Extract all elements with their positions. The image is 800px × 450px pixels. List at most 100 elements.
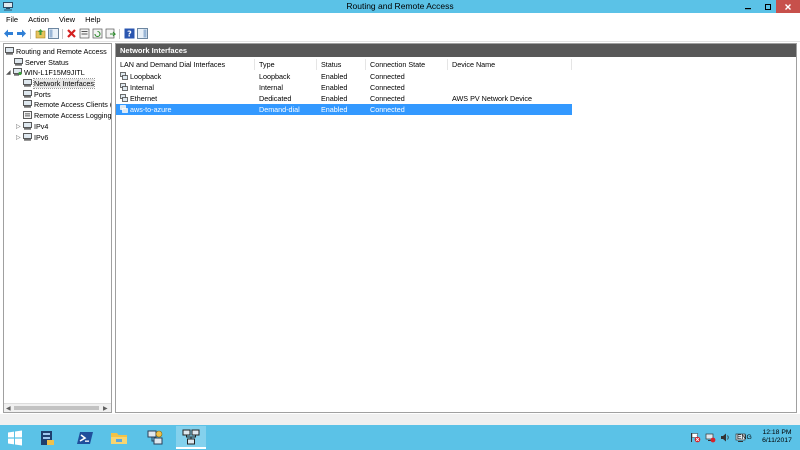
server-manager-icon — [41, 430, 54, 445]
table-row[interactable]: Loopback Loopback Enabled Connected — [116, 71, 572, 82]
tree-item-label: Ports — [34, 89, 51, 99]
menu-file[interactable]: File — [6, 15, 18, 24]
tree-root-label: Routing and Remote Access — [16, 46, 107, 56]
tree-item-label: IPv6 — [34, 132, 49, 142]
tree-item-ipv6[interactable]: ▷ IPv6 — [16, 132, 48, 142]
tree-item-remote-access-clients[interactable]: Remote Access Clients (0) — [23, 99, 111, 109]
close-button[interactable] — [776, 0, 800, 13]
window-title: Routing and Remote Access — [346, 1, 454, 11]
column-header-connection-state[interactable]: Connection State — [366, 59, 448, 70]
column-header-type[interactable]: Type — [255, 59, 317, 70]
cell-status: Enabled — [321, 72, 348, 81]
properties-icon[interactable] — [79, 28, 90, 39]
interface-icon — [120, 72, 128, 80]
server-status-icon — [14, 58, 23, 66]
cell-device-name: AWS PV Network Device — [452, 94, 533, 103]
taskbar-server-manager[interactable] — [32, 426, 62, 449]
scroll-left-icon[interactable]: ◀ — [6, 405, 11, 412]
column-header-status[interactable]: Status — [317, 59, 366, 70]
status-bar — [0, 414, 800, 425]
cell-connection-state: Connected — [370, 105, 405, 114]
cell-type: Internal — [259, 83, 283, 92]
toolbar-separator — [119, 29, 120, 39]
tree-horizontal-scrollbar[interactable]: ◀ ▶ — [4, 403, 111, 412]
toolbar: ? — [0, 26, 800, 42]
tree-item-ipv4[interactable]: ▷ IPv4 — [16, 121, 48, 131]
table-row-selected[interactable]: aws-to-azure Demand-dial Enabled Connect… — [116, 104, 572, 115]
taskbar: ENG 12:18 PM 6/11/2017 — [0, 425, 800, 450]
forward-arrow-icon[interactable] — [16, 28, 27, 39]
clock-time: 12:18 PM — [762, 429, 792, 436]
taskbar-network-policy[interactable] — [140, 426, 170, 449]
maximize-icon — [765, 3, 771, 10]
menu-view[interactable]: View — [59, 15, 75, 24]
action-pane-icon[interactable] — [137, 28, 148, 39]
cell-connection-state: Connected — [370, 83, 405, 92]
refresh-icon[interactable] — [92, 28, 103, 39]
cell-type: Demand-dial — [259, 105, 300, 114]
collapse-icon[interactable]: ◢ — [6, 69, 13, 76]
routing-remote-access-icon — [182, 429, 200, 444]
interface-icon — [120, 83, 128, 91]
table-row[interactable]: Internal Internal Enabled Connected — [116, 82, 572, 93]
cell-status: Enabled — [321, 94, 348, 103]
cell-type: Dedicated — [259, 94, 292, 103]
help-icon[interactable]: ? — [124, 28, 135, 39]
cell-status: Enabled — [321, 83, 348, 92]
start-button[interactable] — [0, 426, 30, 449]
maximize-button[interactable] — [758, 0, 778, 13]
file-explorer-icon — [111, 432, 127, 444]
details-pane: Network Interfaces LAN and Demand Dial I… — [115, 43, 797, 413]
scrollbar-thumb[interactable] — [14, 406, 99, 410]
tree-item-server-status[interactable]: Server Status — [14, 57, 69, 67]
ipv6-icon — [23, 133, 32, 141]
menu-action[interactable]: Action — [28, 15, 49, 24]
taskbar-routing-remote-access[interactable] — [176, 426, 206, 449]
taskbar-powershell[interactable] — [70, 426, 100, 449]
table-row[interactable]: Ethernet Dedicated Enabled Connected AWS… — [116, 93, 572, 104]
tree-root[interactable]: Routing and Remote Access — [5, 46, 107, 56]
action-center-flag-icon[interactable] — [690, 432, 701, 443]
clock[interactable]: 12:18 PM 6/11/2017 — [756, 429, 798, 445]
console-tree[interactable]: Routing and Remote Access Server Status … — [3, 43, 112, 413]
server-icon — [13, 68, 22, 76]
cell-device-name — [448, 104, 452, 115]
tree-item-network-interfaces[interactable]: Network Interfaces — [23, 77, 95, 89]
show-hide-tree-icon[interactable] — [48, 28, 59, 39]
cell-name-text: aws-to-azure — [130, 105, 172, 114]
volume-icon[interactable] — [720, 432, 731, 443]
cell-name: Ethernet — [116, 93, 157, 104]
svg-text:?: ? — [127, 30, 132, 39]
remote-access-logging-icon — [23, 111, 32, 119]
column-header-name[interactable]: LAN and Demand Dial Interfaces — [116, 59, 255, 70]
cell-name-text: Ethernet — [130, 94, 158, 103]
ipv4-icon — [23, 122, 32, 130]
interface-icon — [120, 94, 128, 102]
network-policy-icon — [147, 430, 163, 444]
menu-help[interactable]: Help — [85, 15, 100, 24]
tree-item-label: Remote Access Logging — [34, 110, 112, 120]
cell-name: Internal — [116, 82, 154, 93]
expand-icon[interactable]: ▷ — [16, 123, 23, 130]
cell-name: Loopback — [116, 71, 161, 82]
tree-item-server[interactable]: ◢ WIN-L1F15M9JITL — [6, 67, 85, 77]
expand-icon[interactable]: ▷ — [16, 134, 23, 141]
tree-item-remote-access-logging[interactable]: Remote Access Logging — [23, 110, 112, 120]
taskbar-file-explorer[interactable] — [104, 426, 134, 449]
export-list-icon[interactable] — [105, 28, 116, 39]
input-language[interactable]: ENG — [737, 434, 752, 441]
minimize-button[interactable] — [738, 0, 758, 13]
up-folder-icon[interactable] — [35, 28, 46, 39]
clock-date: 6/11/2017 — [762, 437, 792, 444]
column-header-device-name[interactable]: Device Name — [448, 59, 572, 70]
remote-access-clients-icon — [23, 100, 32, 108]
delete-icon[interactable] — [66, 28, 77, 39]
cell-device-name — [448, 71, 452, 82]
back-arrow-icon[interactable] — [3, 28, 14, 39]
cell-connection-state: Connected — [370, 72, 405, 81]
scroll-right-icon[interactable]: ▶ — [103, 405, 108, 412]
tree-item-ports[interactable]: Ports — [23, 89, 51, 99]
network-status-icon[interactable] — [705, 432, 716, 443]
cell-status: Enabled — [321, 105, 348, 114]
powershell-icon — [77, 431, 93, 444]
